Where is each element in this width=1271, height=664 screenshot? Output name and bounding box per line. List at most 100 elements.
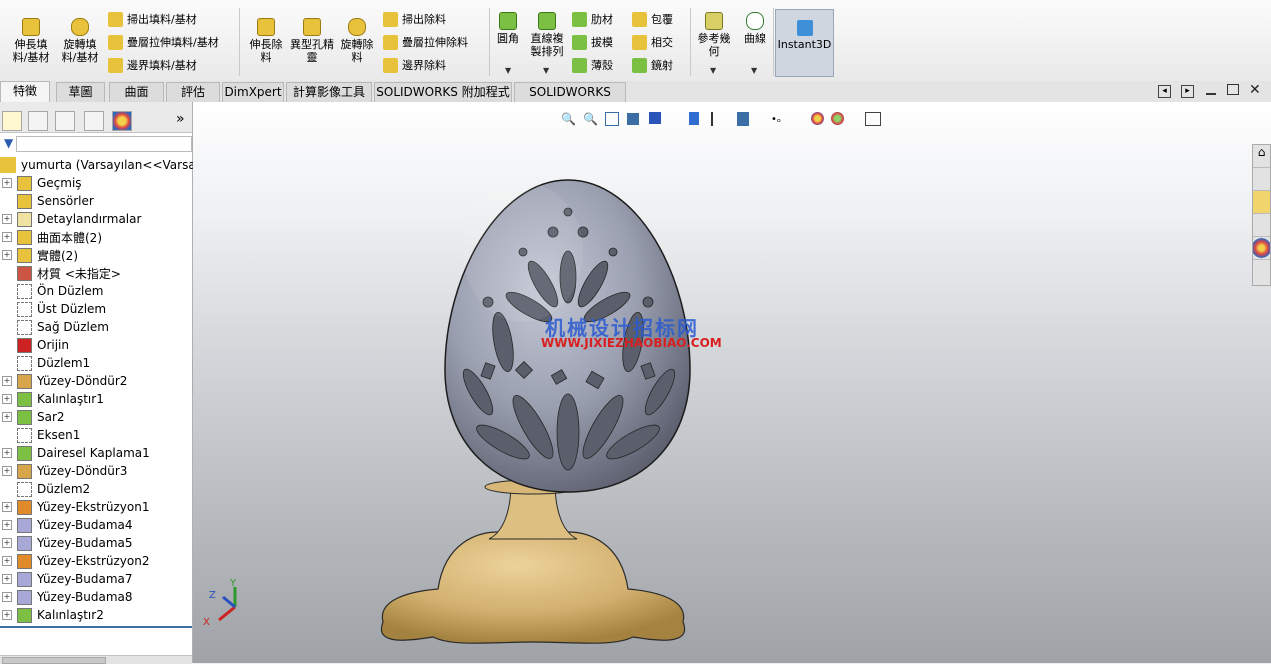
extrude-cut-button[interactable]: 伸長除料 — [246, 18, 286, 64]
fillet-dropdown[interactable]: ▼ — [505, 66, 511, 75]
extrude-boss-button[interactable]: 伸長填料/基材 — [8, 18, 54, 64]
next-window-icon[interactable]: ▸ — [1181, 85, 1194, 98]
sweep-boss-button[interactable]: 掃出填料/基材 — [108, 12, 197, 27]
loft-boss-button[interactable]: 疊層拉伸填料/基材 — [108, 35, 219, 50]
apply-scene-icon[interactable]: •ₒ — [771, 114, 781, 125]
expand-panel-icon[interactable]: » — [176, 111, 185, 127]
tree-item[interactable]: + Yüzey-Ekstrüzyon1 — [0, 498, 192, 516]
expand-icon[interactable]: + — [2, 610, 12, 620]
file-explorer-icon[interactable] — [1253, 191, 1270, 214]
tree-item[interactable]: + Yüzey-Budama7 — [0, 570, 192, 588]
tab-sketch[interactable]: 草圖 — [56, 82, 105, 102]
custom-properties-icon[interactable] — [1253, 260, 1270, 282]
edit-appearance-icon[interactable] — [737, 112, 749, 126]
tree-item[interactable]: + Geçmiş — [0, 174, 192, 192]
rollback-bar[interactable] — [0, 626, 192, 628]
zoom-to-area-icon[interactable]: 🔍 — [583, 112, 598, 126]
curves-button[interactable]: 曲線 — [740, 12, 770, 45]
expand-icon[interactable]: + — [2, 592, 12, 602]
expand-icon[interactable]: + — [2, 214, 12, 224]
appearance-icon[interactable] — [811, 112, 824, 125]
linear-pattern-button[interactable]: 直線複製排列 — [528, 12, 566, 58]
tree-item[interactable]: Düzlem2 — [0, 480, 192, 498]
mirror-button[interactable]: 鏡射 — [632, 58, 673, 73]
design-library-icon[interactable] — [1253, 168, 1270, 191]
tree-item[interactable]: + Kalınlaştır2 — [0, 606, 192, 624]
previous-window-icon[interactable]: ◂ — [1158, 85, 1171, 98]
tree-item[interactable]: Orijin — [0, 336, 192, 354]
view-settings-icon[interactable] — [865, 112, 881, 126]
instant3d-button[interactable]: Instant3D — [775, 9, 834, 77]
expand-icon[interactable]: + — [2, 574, 12, 584]
feature-manager-tab-icon[interactable] — [2, 111, 22, 131]
tree-item[interactable]: + Yüzey-Budama4 — [0, 516, 192, 534]
hole-wizard-button[interactable]: 異型孔精靈 — [290, 18, 334, 64]
tree-item[interactable]: + Yüzey-Ekstrüzyon2 — [0, 552, 192, 570]
display-style-icon[interactable] — [689, 112, 699, 125]
resources-home-icon[interactable]: ⌂ — [1253, 145, 1270, 168]
reference-geometry-button[interactable]: 參考幾何 — [695, 12, 733, 58]
expand-icon[interactable]: + — [2, 232, 12, 242]
tab-evaluate[interactable]: 評估 — [166, 82, 220, 102]
tree-item[interactable]: Sensörler — [0, 192, 192, 210]
tree-item[interactable]: Eksen1 — [0, 426, 192, 444]
pattern-dropdown[interactable]: ▼ — [543, 66, 549, 75]
intersect-button[interactable]: 相交 — [632, 35, 673, 50]
expand-icon[interactable]: + — [2, 556, 12, 566]
boundary-cut-button[interactable]: 邊界除料 — [383, 58, 446, 73]
restore-icon[interactable] — [1227, 84, 1239, 95]
tree-item[interactable]: + 實體(2) — [0, 246, 192, 264]
tree-item[interactable]: 材質 <未指定> — [0, 264, 192, 282]
rib-button[interactable]: 肋材 — [572, 12, 613, 27]
filter-input[interactable] — [16, 136, 192, 152]
tree-root-part[interactable]: yumurta (Varsayılan<<Varsayı — [0, 156, 206, 174]
zoom-to-fit-icon[interactable]: 🔍 — [561, 112, 576, 126]
tab-render-tools[interactable]: 計算影像工具 — [286, 82, 372, 102]
hide-show-items-icon[interactable] — [711, 112, 713, 126]
tree-item[interactable]: Sağ Düzlem — [0, 318, 192, 336]
expand-icon[interactable]: + — [2, 250, 12, 260]
configuration-manager-tab-icon[interactable] — [55, 111, 75, 131]
tree-item[interactable]: + Yüzey-Budama8 — [0, 588, 192, 606]
loft-cut-button[interactable]: 疊層拉伸除料 — [383, 35, 468, 50]
view-orientation-icon[interactable] — [649, 112, 661, 124]
tree-item[interactable]: Üst Düzlem — [0, 300, 192, 318]
shell-button[interactable]: 薄殼 — [572, 58, 613, 73]
minimize-icon[interactable] — [1206, 93, 1216, 95]
tab-dimxpert[interactable]: DimXpert — [222, 82, 284, 102]
dimxpert-manager-tab-icon[interactable] — [84, 111, 104, 131]
tree-item[interactable]: + Yüzey-Döndür3 — [0, 462, 192, 480]
tab-surfaces[interactable]: 曲面 — [109, 82, 164, 102]
expand-icon[interactable]: + — [2, 178, 12, 188]
tree-item[interactable]: + Yüzey-Döndür2 — [0, 372, 192, 390]
boundary-boss-button[interactable]: 邊界填料/基材 — [108, 58, 197, 73]
tree-item[interactable]: + Sar2 — [0, 408, 192, 426]
display-manager-tab-icon[interactable] — [112, 111, 132, 131]
expand-icon[interactable]: + — [2, 412, 12, 422]
sweep-cut-button[interactable]: 掃出除料 — [383, 12, 446, 27]
tree-filter[interactable]: ▼ — [0, 136, 192, 152]
tab-addins[interactable]: SOLIDWORKS 附加程式 — [374, 82, 512, 102]
expand-icon[interactable]: + — [2, 520, 12, 530]
fillet-button[interactable]: 圓角 — [494, 12, 522, 45]
tree-item[interactable]: Düzlem1 — [0, 354, 192, 372]
expand-icon[interactable]: + — [2, 394, 12, 404]
revolve-cut-button[interactable]: 旋轉除料 — [337, 18, 377, 64]
close-icon[interactable]: ✕ — [1249, 81, 1261, 99]
tree-item[interactable]: + Kalınlaştır1 — [0, 390, 192, 408]
tree-item[interactable]: + Detaylandırmalar — [0, 210, 192, 228]
scene-icon[interactable] — [831, 112, 844, 125]
tab-features[interactable]: 特徵 — [0, 81, 50, 102]
tab-mbd[interactable]: SOLIDWORKS MBD — [514, 82, 626, 118]
reference-geometry-dropdown[interactable]: ▼ — [710, 66, 716, 75]
previous-view-icon[interactable] — [605, 112, 619, 126]
tree-item[interactable]: + Dairesel Kaplama1 — [0, 444, 192, 462]
view-palette-icon[interactable] — [1253, 214, 1270, 237]
tree-item[interactable]: Ön Düzlem — [0, 282, 192, 300]
expand-icon[interactable]: + — [2, 502, 12, 512]
expand-icon[interactable]: + — [2, 466, 12, 476]
curves-dropdown[interactable]: ▼ — [751, 66, 757, 75]
draft-button[interactable]: 拔模 — [572, 35, 613, 50]
property-manager-tab-icon[interactable] — [28, 111, 48, 131]
expand-icon[interactable]: + — [2, 376, 12, 386]
